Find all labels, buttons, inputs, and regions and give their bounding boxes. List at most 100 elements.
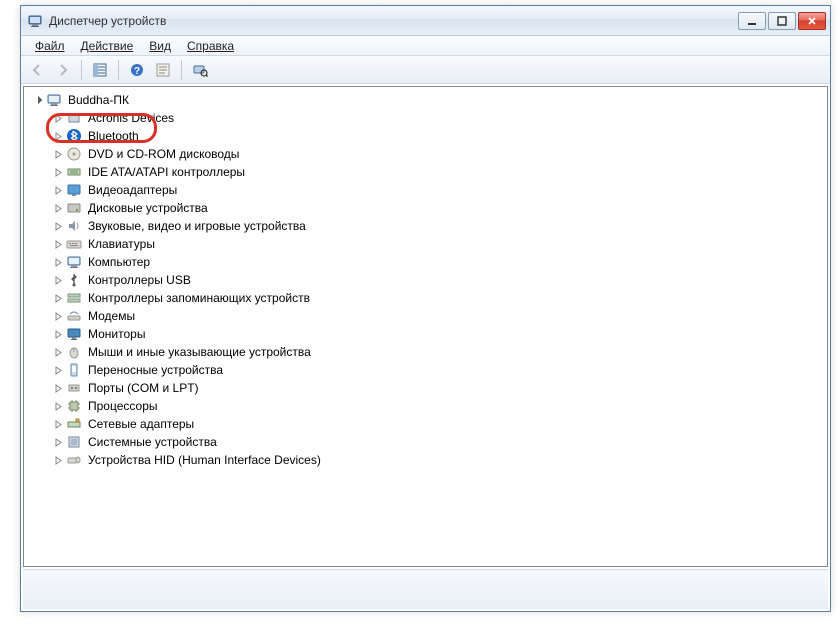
tree-node[interactable]: Мыши и иные указывающие устройства: [52, 343, 827, 361]
node-label[interactable]: Устройства HID (Human Interface Devices): [86, 453, 323, 467]
tree-node[interactable]: Контроллеры USB: [52, 271, 827, 289]
sound-icon: [66, 218, 82, 234]
toolbar: ?: [21, 56, 830, 84]
forward-button: [51, 59, 75, 81]
usb-icon: [66, 272, 82, 288]
tree-node[interactable]: Переносные устройства: [52, 361, 827, 379]
node-label[interactable]: Bluetooth: [86, 129, 141, 143]
keyboard-icon: [66, 236, 82, 252]
expand-arrow-icon[interactable]: [52, 184, 64, 196]
tree-node[interactable]: Системные устройства: [52, 433, 827, 451]
generic-device-icon: [66, 110, 82, 126]
menu-view[interactable]: Вид: [141, 37, 179, 55]
toolbar-separator: [81, 60, 82, 80]
tree-node[interactable]: Видеоадаптеры: [52, 181, 827, 199]
node-label[interactable]: DVD и CD-ROM дисководы: [86, 147, 241, 161]
close-button[interactable]: [798, 12, 826, 30]
expand-arrow-icon[interactable]: [52, 130, 64, 142]
mouse-icon: [66, 344, 82, 360]
expand-arrow-icon[interactable]: [52, 364, 64, 376]
node-label[interactable]: Мониторы: [86, 327, 147, 341]
node-label[interactable]: Acronis Devices: [86, 111, 176, 125]
expand-arrow-icon[interactable]: [52, 112, 64, 124]
minimize-button[interactable]: [738, 12, 766, 30]
node-label[interactable]: Видеоадаптеры: [86, 183, 179, 197]
device-manager-window: Диспетчер устройств Файл Действие Вид Сп…: [20, 5, 831, 612]
node-label[interactable]: Сетевые адаптеры: [86, 417, 196, 431]
disc-drive-icon: [66, 146, 82, 162]
tree-node[interactable]: Контроллеры запоминающих устройств: [52, 289, 827, 307]
node-label[interactable]: Модемы: [86, 309, 137, 323]
node-label[interactable]: Переносные устройства: [86, 363, 225, 377]
tree-node[interactable]: Устройства HID (Human Interface Devices): [52, 451, 827, 469]
toolbar-separator: [181, 60, 182, 80]
node-label[interactable]: IDE ATA/ATAPI контроллеры: [86, 165, 247, 179]
ide-controller-icon: [66, 164, 82, 180]
menu-file[interactable]: Файл: [27, 37, 73, 55]
tree-node[interactable]: Звуковые, видео и игровые устройства: [52, 217, 827, 235]
node-label[interactable]: Контроллеры USB: [86, 273, 193, 287]
show-hide-tree-button[interactable]: [88, 59, 112, 81]
node-label[interactable]: Системные устройства: [86, 435, 219, 449]
tree-node[interactable]: Мониторы: [52, 325, 827, 343]
expand-arrow-icon[interactable]: [52, 256, 64, 268]
tree-node[interactable]: Процессоры: [52, 397, 827, 415]
tree-node[interactable]: Дисковые устройства: [52, 199, 827, 217]
expand-arrow-icon[interactable]: [52, 238, 64, 250]
tree-node[interactable]: DVD и CD-ROM дисководы: [52, 145, 827, 163]
window-controls: [738, 12, 826, 30]
node-label[interactable]: Контроллеры запоминающих устройств: [86, 291, 312, 305]
node-label[interactable]: Компьютер: [86, 255, 152, 269]
computer-icon: [46, 92, 62, 108]
computer-icon: [66, 254, 82, 270]
expand-arrow-icon[interactable]: [52, 310, 64, 322]
expand-arrow-icon[interactable]: [52, 202, 64, 214]
tree-node[interactable]: Порты (COM и LPT): [52, 379, 827, 397]
menu-action[interactable]: Действие: [73, 37, 142, 55]
node-label[interactable]: Buddha-ПК: [66, 93, 131, 107]
node-label[interactable]: Порты (COM и LPT): [86, 381, 201, 395]
expand-arrow-icon[interactable]: [52, 220, 64, 232]
titlebar[interactable]: Диспетчер устройств: [21, 6, 830, 36]
help-button[interactable]: ?: [125, 59, 149, 81]
expand-arrow-icon[interactable]: [52, 436, 64, 448]
tree-node[interactable]: Сетевые адаптеры: [52, 415, 827, 433]
portable-device-icon: [66, 362, 82, 378]
tree-node[interactable]: IDE ATA/ATAPI контроллеры: [52, 163, 827, 181]
properties-button[interactable]: [151, 59, 175, 81]
hid-icon: [66, 452, 82, 468]
monitor-icon: [66, 326, 82, 342]
expand-arrow-icon[interactable]: [52, 346, 64, 358]
node-label[interactable]: Мыши и иные указывающие устройства: [86, 345, 313, 359]
expand-arrow-icon[interactable]: [52, 382, 64, 394]
scan-hardware-button[interactable]: [188, 59, 212, 81]
expand-arrow-icon[interactable]: [52, 418, 64, 430]
tree-node[interactable]: Acronis Devices: [52, 109, 827, 127]
app-icon: [27, 13, 43, 29]
node-label[interactable]: Процессоры: [86, 399, 160, 413]
tree-node[interactable]: Компьютер: [52, 253, 827, 271]
expand-arrow-icon[interactable]: [52, 166, 64, 178]
menu-help[interactable]: Справка: [179, 37, 242, 55]
svg-text:?: ?: [134, 66, 140, 77]
node-label[interactable]: Клавиатуры: [86, 237, 157, 251]
expand-arrow-icon[interactable]: [52, 274, 64, 286]
expand-arrow-icon[interactable]: [52, 292, 64, 304]
expand-arrow-icon[interactable]: [52, 148, 64, 160]
node-label[interactable]: Звуковые, видео и игровые устройства: [86, 219, 308, 233]
expand-arrow-icon[interactable]: [32, 94, 44, 106]
tree-content[interactable]: Buddha-ПК Acronis Devices Bluetooth DVD …: [23, 86, 828, 567]
port-icon: [66, 380, 82, 396]
expand-arrow-icon[interactable]: [52, 400, 64, 412]
expand-arrow-icon[interactable]: [52, 454, 64, 466]
back-button: [25, 59, 49, 81]
tree-root-node[interactable]: Buddha-ПК: [32, 91, 827, 109]
maximize-button[interactable]: [768, 12, 796, 30]
tree-node[interactable]: Модемы: [52, 307, 827, 325]
expand-arrow-icon[interactable]: [52, 328, 64, 340]
statusbar: [23, 569, 828, 609]
node-label[interactable]: Дисковые устройства: [86, 201, 210, 215]
tree-node[interactable]: Bluetooth: [52, 127, 827, 145]
window-title: Диспетчер устройств: [49, 14, 738, 28]
tree-node[interactable]: Клавиатуры: [52, 235, 827, 253]
